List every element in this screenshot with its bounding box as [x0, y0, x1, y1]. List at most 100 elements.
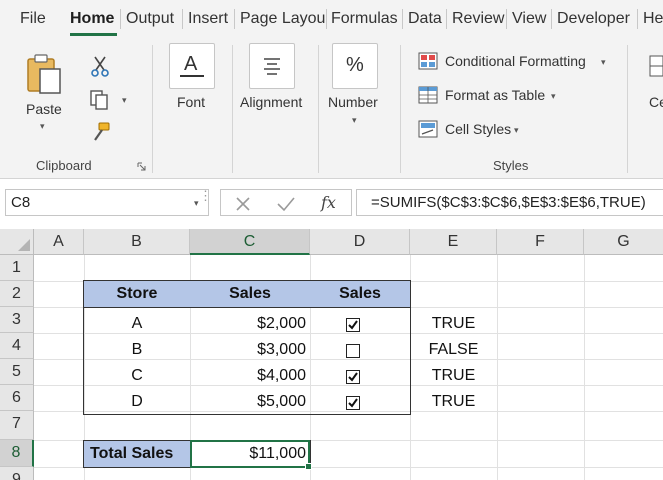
cancel-icon[interactable] — [233, 194, 253, 214]
column-header-g[interactable]: G — [584, 229, 663, 255]
tab-view[interactable]: View — [512, 10, 546, 28]
number-dropdown-icon[interactable]: ▾ — [352, 115, 357, 126]
tab-help[interactable]: He — [643, 10, 663, 28]
column-header-b[interactable]: B — [84, 229, 190, 255]
checkbox-checked[interactable] — [346, 396, 360, 410]
tab-review[interactable]: Review — [452, 10, 504, 28]
row-header-8[interactable]: 8 — [0, 440, 34, 467]
copy-icon[interactable] — [88, 89, 110, 111]
checkbox-checked[interactable] — [346, 370, 360, 384]
row-header-2[interactable]: 2 — [0, 281, 34, 307]
tab-separator — [326, 9, 327, 29]
column-header-c[interactable]: C — [190, 229, 310, 255]
name-box-dropdown-icon[interactable]: ▾ — [194, 198, 199, 209]
active-tab-indicator — [70, 33, 117, 36]
tab-output[interactable]: Output — [126, 10, 174, 28]
paste-dropdown-icon[interactable]: ▾ — [40, 121, 45, 132]
cell-c2-header[interactable]: Sales — [190, 285, 310, 303]
cell-b5[interactable]: C — [84, 367, 190, 385]
column-header-e[interactable]: E — [410, 229, 497, 255]
font-button[interactable]: A — [169, 43, 215, 89]
ribbon-tab-bar: File Home Output Insert Page Layou Formu… — [0, 0, 663, 37]
select-all-corner[interactable] — [0, 229, 34, 255]
tab-developer[interactable]: Developer — [557, 10, 630, 28]
format-as-table-icon — [418, 86, 438, 104]
svg-text:A: A — [184, 53, 198, 75]
insert-cells-icon[interactable] — [649, 55, 663, 77]
conditional-formatting-button[interactable]: Conditional Formatting ▾ — [418, 51, 618, 73]
formula-input[interactable]: =SUMIFS($C$3:$C$6,$E$3:$E$6,TRUE) — [356, 189, 663, 216]
row-header-6[interactable]: 6 — [0, 385, 34, 411]
cell-c5[interactable]: $4,000 — [190, 367, 306, 385]
column-header-a[interactable]: A — [34, 229, 84, 255]
tab-file[interactable]: File — [20, 10, 46, 28]
font-label: Font — [177, 94, 206, 110]
cell-e3[interactable]: TRUE — [410, 315, 497, 333]
clipboard-group-label: Clipboard — [36, 158, 92, 173]
paste-icon — [27, 54, 61, 94]
copy-dropdown-icon[interactable]: ▾ — [122, 95, 127, 106]
format-as-table-button[interactable]: Format as Table ▾ — [418, 85, 568, 107]
number-button[interactable]: % — [332, 43, 378, 89]
insert-function-icon[interactable]: fx — [321, 193, 336, 212]
row-header-1[interactable]: 1 — [0, 255, 34, 281]
column-header-d[interactable]: D — [310, 229, 410, 255]
row-header-9[interactable]: 9 — [0, 467, 34, 480]
tab-separator — [551, 9, 552, 29]
tab-data[interactable]: Data — [408, 10, 442, 28]
cell-d2-header[interactable]: Sales — [310, 285, 410, 303]
checkbox-checked[interactable] — [346, 318, 360, 332]
cell-b8-total-label[interactable]: Total Sales — [90, 445, 173, 463]
checkbox-unchecked[interactable] — [346, 344, 360, 358]
enter-icon[interactable] — [275, 194, 297, 214]
ribbon: Paste ▾ ▾ Clipboard A Font Alignment % N… — [0, 37, 663, 179]
tab-insert[interactable]: Insert — [188, 10, 228, 28]
number-label: Number — [328, 94, 378, 110]
cut-icon[interactable] — [90, 55, 110, 77]
cell-c6[interactable]: $5,000 — [190, 393, 306, 411]
tab-separator — [120, 9, 121, 29]
tab-formulas[interactable]: Formulas — [331, 10, 398, 28]
alignment-button[interactable] — [249, 43, 295, 89]
cell-c4[interactable]: $3,000 — [190, 341, 306, 359]
cell-styles-label: Cell Styles — [445, 121, 512, 137]
font-color-icon: A — [180, 53, 204, 77]
tab-separator — [234, 9, 235, 29]
format-as-table-dropdown-icon: ▾ — [551, 91, 556, 101]
gridline — [584, 255, 585, 480]
cell-e4[interactable]: FALSE — [410, 341, 497, 359]
tab-separator — [446, 9, 447, 29]
row-header-3[interactable]: 3 — [0, 307, 34, 333]
drag-handle-icon[interactable]: ⋮ — [199, 189, 212, 202]
cell-styles-icon — [418, 120, 438, 138]
cell-e5[interactable]: TRUE — [410, 367, 497, 385]
row-header-4[interactable]: 4 — [0, 333, 34, 359]
conditional-formatting-dropdown-icon: ▾ — [601, 57, 606, 67]
cell-e6[interactable]: TRUE — [410, 393, 497, 411]
dialog-launcher-icon[interactable] — [137, 162, 146, 171]
row-header-7[interactable]: 7 — [0, 411, 34, 440]
paste-button[interactable]: Paste ▾ — [20, 49, 68, 139]
styles-group-label: Styles — [493, 158, 529, 173]
cell-styles-button[interactable]: Cell Styles ▾ — [418, 119, 528, 141]
cell-b3[interactable]: A — [84, 315, 190, 333]
active-cell-outline — [190, 440, 310, 468]
group-separator — [232, 45, 233, 173]
tab-separator — [182, 9, 183, 29]
alignment-label: Alignment — [240, 94, 303, 110]
name-box[interactable]: C8 — [5, 189, 209, 216]
worksheet-grid: A B C D E F G 1 2 3 4 5 6 7 8 9 Store Sa… — [0, 229, 663, 480]
cell-b4[interactable]: B — [84, 341, 190, 359]
format-painter-icon[interactable] — [90, 121, 112, 143]
tab-page-layout[interactable]: Page Layou — [240, 10, 325, 28]
tab-home[interactable]: Home — [70, 10, 114, 28]
tab-separator — [402, 9, 403, 29]
column-header-f[interactable]: F — [497, 229, 584, 255]
cell-b6[interactable]: D — [84, 393, 190, 411]
cell-b2-header[interactable]: Store — [84, 285, 190, 303]
cell-c3[interactable]: $2,000 — [190, 315, 306, 333]
cells-label: Ce — [649, 94, 663, 110]
fill-handle[interactable] — [305, 463, 312, 470]
row-header-5[interactable]: 5 — [0, 359, 34, 385]
header-bottom-border — [84, 307, 410, 308]
